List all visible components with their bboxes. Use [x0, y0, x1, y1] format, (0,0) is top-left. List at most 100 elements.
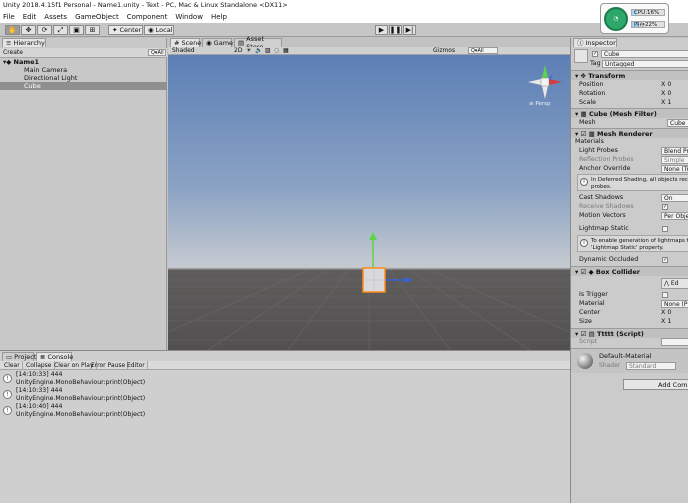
- scale-x-field[interactable]: X 1: [661, 98, 671, 107]
- mesh-filter-header[interactable]: ▾ ▦ Cube (Mesh Filter): [571, 108, 688, 118]
- add-component-button[interactable]: Add Comp: [623, 379, 688, 390]
- rotation-x-field[interactable]: X 0: [661, 89, 671, 98]
- editor-dropdown[interactable]: Editor: [125, 361, 148, 370]
- transform-tool-button[interactable]: ⊞: [85, 25, 100, 35]
- hand-tool-button[interactable]: ✋: [5, 25, 20, 35]
- info-icon: !: [3, 374, 12, 383]
- edit-collider-button[interactable]: ⋀ Ed: [661, 278, 688, 289]
- tag-label: Tag: [590, 60, 601, 67]
- collider-material-field[interactable]: None (Ph: [661, 300, 688, 308]
- menu-window[interactable]: Window: [175, 11, 203, 23]
- hidden-objects-icon[interactable]: ◌: [274, 47, 279, 55]
- console-log-entry[interactable]: ! [14:10:33] 444 UnityEngine.MonoBehaviou…: [0, 387, 570, 403]
- error-pause-toggle[interactable]: Error Pause: [89, 361, 129, 370]
- console-log-entry[interactable]: ! [14:10:33] 444 UnityEngine.MonoBehaviou…: [0, 371, 570, 387]
- tag-dropdown[interactable]: Untagged: [602, 60, 688, 68]
- is-trigger-checkbox[interactable]: [662, 292, 668, 298]
- clear-button[interactable]: Clear: [2, 361, 23, 370]
- lightmap-static-checkbox[interactable]: [662, 226, 668, 232]
- step-button[interactable]: ▶|: [403, 25, 416, 35]
- info-icon: !: [3, 406, 12, 415]
- cast-shadows-label: Cast Shadows: [579, 194, 624, 201]
- console-icon: ≣: [40, 353, 46, 361]
- orientation-gizmo-icon[interactable]: [525, 62, 565, 102]
- center-x-field[interactable]: X 0: [661, 308, 671, 317]
- active-checkbox[interactable]: ✓: [592, 51, 598, 57]
- motion-vectors-dropdown[interactable]: Per Obje: [661, 212, 688, 220]
- menu-file[interactable]: File: [3, 11, 15, 23]
- deferred-help-box: i In Deferred Shading, all objects recei…: [577, 174, 688, 191]
- scene-toolbar: Shaded 2D ☀ 🔈 ▧ ◌ ▦ Gizmos Q▾All: [168, 47, 570, 55]
- cast-shadows-dropdown[interactable]: On: [661, 194, 688, 202]
- light-probes-dropdown[interactable]: Blend Pr: [661, 147, 688, 155]
- position-x-field[interactable]: X 0: [661, 80, 671, 89]
- x-axis-arrow-icon[interactable]: [405, 277, 413, 283]
- create-button[interactable]: Create: [3, 48, 23, 57]
- menu-component[interactable]: Component: [127, 11, 168, 23]
- gizmos-dropdown[interactable]: Gizmos: [433, 47, 455, 55]
- tab-project[interactable]: ▭ Project: [2, 352, 36, 361]
- lightmap-help-box: i To enable generation of lightmaps fo '…: [577, 235, 688, 252]
- receive-shadows-checkbox[interactable]: ✓: [662, 204, 668, 210]
- hierarchy-search-input[interactable]: Q▾All: [148, 49, 166, 56]
- grid-icon[interactable]: ▦: [283, 47, 289, 55]
- scene-viewport[interactable]: ≡ Persp: [168, 55, 570, 350]
- play-button[interactable]: ▶: [375, 25, 388, 35]
- pause-button[interactable]: ❚❚: [389, 25, 402, 35]
- center-label: Center: [579, 309, 601, 316]
- tab-console[interactable]: ≣ Console: [36, 352, 73, 361]
- menu-help[interactable]: Help: [211, 11, 227, 23]
- menu-assets[interactable]: Assets: [44, 11, 67, 23]
- tab-scene[interactable]: # Scene: [170, 38, 201, 47]
- console-log-entry[interactable]: ! [14:10:40] 444 UnityEngine.MonoBehaviou…: [0, 403, 570, 419]
- rect-tool-button[interactable]: ▣: [69, 25, 84, 35]
- collider-material-label: Material: [579, 300, 605, 307]
- menu-gameobject[interactable]: GameObject: [75, 11, 119, 23]
- edit-collider-icon: ⋀: [664, 280, 669, 287]
- size-x-field[interactable]: X 1: [661, 317, 671, 326]
- hierarchy-item-cube[interactable]: Cube: [0, 82, 167, 90]
- tab-game[interactable]: ◉ Game: [202, 38, 233, 47]
- y-axis-arrow-icon[interactable]: [369, 232, 377, 240]
- 2d-toggle[interactable]: 2D: [234, 47, 242, 55]
- reflection-probes-label: Reflection Probes: [579, 156, 634, 163]
- dynamic-occluded-checkbox[interactable]: ✓: [662, 257, 668, 263]
- scene-root-item[interactable]: ▾◆ Name1: [0, 58, 167, 66]
- shader-dropdown[interactable]: Standard: [626, 362, 676, 370]
- tab-inspector[interactable]: ⓘ Inspector: [573, 38, 617, 47]
- pivot-mode-button[interactable]: ✦ Center: [108, 25, 143, 35]
- cube-object[interactable]: [333, 230, 413, 310]
- rotate-tool-button[interactable]: ⟳: [37, 25, 52, 35]
- main-toolbar: ✋ ✥ ⟳ ⤢ ▣ ⊞ ✦ Center ◉ Local ▶ ❚❚ ▶|: [0, 23, 688, 37]
- menu-edit[interactable]: Edit: [23, 11, 37, 23]
- tab-asset-store[interactable]: ▤Asset Store: [234, 35, 282, 51]
- rect-icon: ▣: [73, 26, 80, 34]
- collapse-button[interactable]: Collapse: [24, 361, 55, 370]
- move-tool-button[interactable]: ✥: [21, 25, 36, 35]
- info-icon: i: [580, 178, 588, 186]
- materials-foldout[interactable]: Materials: [575, 137, 604, 146]
- info-icon: i: [580, 239, 588, 247]
- pivot-rotation-button[interactable]: ◉ Local: [144, 25, 174, 35]
- reflection-probes-dropdown[interactable]: Simple: [661, 156, 688, 164]
- mesh-field[interactable]: Cube: [667, 119, 688, 127]
- lighting-toggle-icon[interactable]: ☀: [246, 47, 251, 55]
- tab-hierarchy[interactable]: ≡ Hierarchy: [2, 38, 46, 47]
- dynamic-occluded-label: Dynamic Occluded: [579, 256, 639, 263]
- hierarchy-item-main-camera[interactable]: Main Camera: [0, 66, 167, 74]
- menu-bar: File Edit Assets GameObject Component Wi…: [0, 11, 688, 23]
- box-collider-header[interactable]: ▾ ☑ ◆ Box Collider: [571, 266, 688, 276]
- shading-mode-dropdown[interactable]: Shaded: [172, 47, 195, 55]
- hierarchy-item-directional-light[interactable]: Directional Light: [0, 74, 167, 82]
- scene-search-input[interactable]: Q▾All: [468, 47, 498, 54]
- is-trigger-label: Is Trigger: [579, 291, 608, 298]
- transform-header[interactable]: ▾ ✥ Transform: [571, 70, 688, 80]
- scale-tool-button[interactable]: ⤢: [53, 25, 68, 35]
- perspective-label[interactable]: ≡ Persp: [529, 101, 550, 107]
- effects-toggle-icon[interactable]: ▧: [265, 47, 271, 55]
- console-panel: ▭ Project ≣ Console Clear Collapse Clear o…: [0, 350, 570, 503]
- material-name: Default-Material: [599, 352, 652, 360]
- audio-toggle-icon[interactable]: 🔈: [255, 47, 262, 55]
- object-name-field[interactable]: Cube: [601, 50, 688, 58]
- anchor-override-field[interactable]: None (Tr: [661, 165, 688, 173]
